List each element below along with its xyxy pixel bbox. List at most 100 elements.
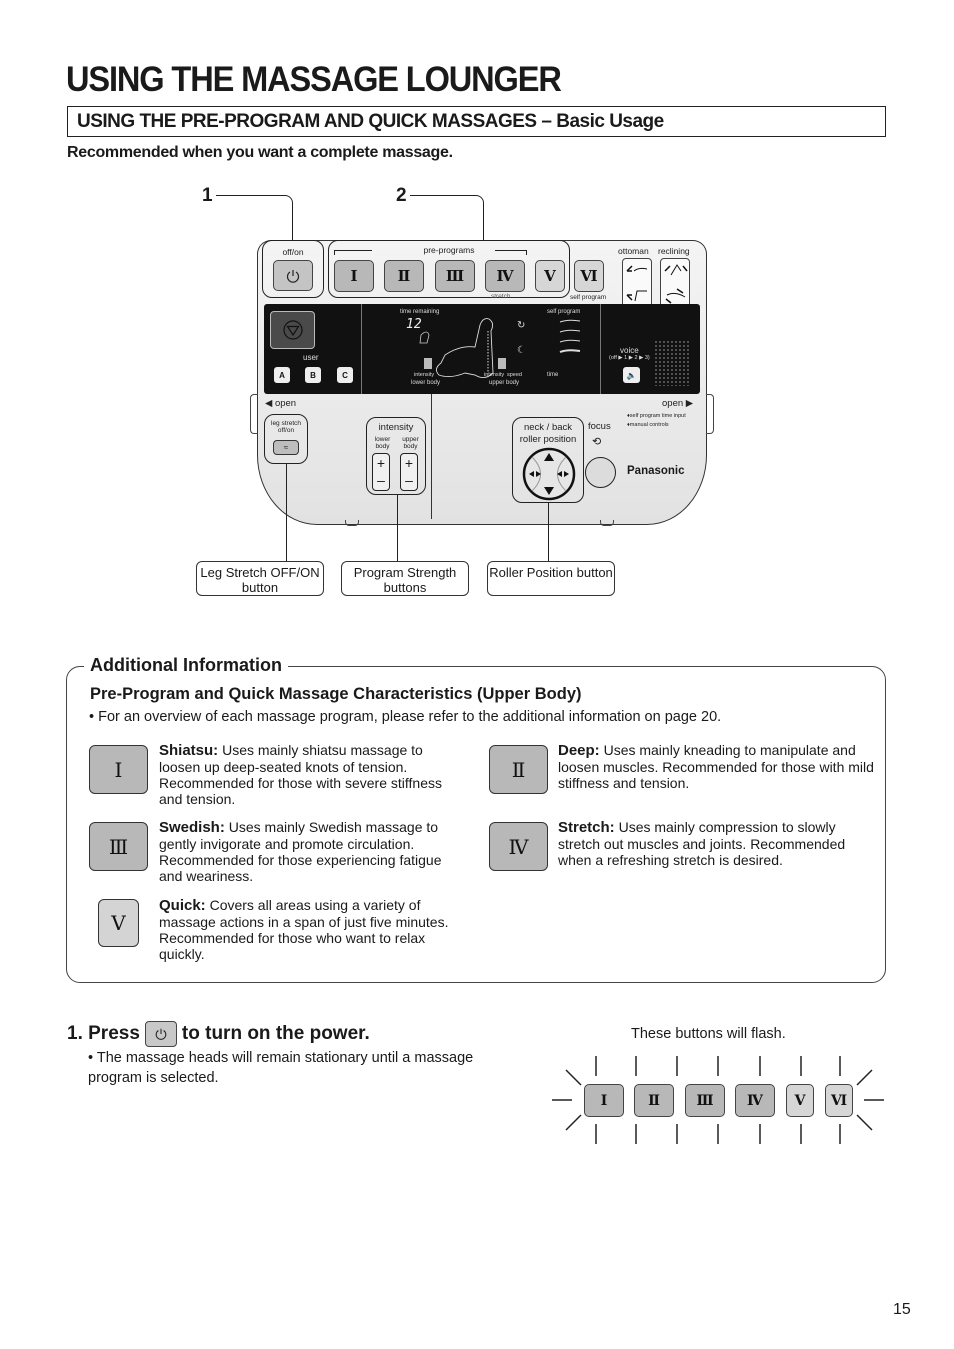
- lower-body-sublabel: lower body: [374, 436, 391, 450]
- program-button-5[interactable]: Ⅴ: [535, 260, 565, 292]
- quick-name: Quick:: [159, 897, 206, 914]
- program-button-4[interactable]: Ⅳ: [485, 260, 525, 292]
- intensity-lower-label: intensity: [414, 372, 435, 378]
- leg-stretch-button[interactable]: ≈: [273, 440, 299, 455]
- page-title: USING THE MASSAGE LOUNGER: [66, 60, 562, 99]
- display-divider-1: [361, 304, 362, 394]
- reclining-label: reclining: [658, 246, 690, 256]
- power-button[interactable]: [273, 260, 313, 291]
- open-left-label: ◀ open: [265, 398, 297, 409]
- quick-description: Quick: Covers all areas using a variety …: [159, 897, 469, 962]
- power-icon: [155, 1028, 167, 1040]
- callout-1-leader: [281, 195, 293, 241]
- section-title: USING THE PRE-PROGRAM AND QUICK MASSAGES…: [77, 111, 664, 132]
- user-button-a[interactable]: A: [274, 367, 290, 383]
- swedish-icon: Ⅲ: [89, 822, 148, 871]
- stretch-icon: Ⅳ: [489, 822, 548, 871]
- deep-description: Deep: Uses mainly kneading to manipulate…: [558, 742, 878, 791]
- bracket-left: [334, 250, 372, 255]
- callout-1-line: [216, 195, 286, 197]
- shiatsu-description: Shiatsu: Uses mainly shiatsu massage to …: [159, 742, 459, 807]
- user-button-c[interactable]: C: [337, 367, 353, 383]
- leg-stretch-label: leg stretch off/on: [271, 420, 301, 434]
- stop-triangle-icon: [282, 320, 303, 340]
- step-1-prefix: 1. Press: [67, 1023, 140, 1044]
- section-header-box: USING THE PRE-PROGRAM AND QUICK MASSAGES…: [67, 106, 886, 137]
- program-button-3[interactable]: Ⅲ: [435, 260, 475, 292]
- voice-label: voice: [620, 346, 639, 355]
- time-label: time: [547, 372, 559, 378]
- quick-icon: Ⅴ: [98, 899, 139, 947]
- label-roller-position: Roller Position button: [487, 561, 615, 596]
- power-icon: [286, 269, 300, 283]
- roller-position-dpad[interactable]: [522, 447, 576, 501]
- program-button-2[interactable]: Ⅱ: [384, 260, 424, 292]
- shiatsu-name: Shiatsu:: [159, 742, 219, 759]
- label-leg-stretch: Leg Stretch OFF/ON button: [196, 561, 324, 596]
- step-1-suffix: to turn on the power.: [181, 1023, 370, 1044]
- inline-power-button: [144, 1021, 177, 1047]
- ottoman-label: ottoman: [618, 246, 649, 256]
- leg-stretch-group: leg stretch off/on: [264, 414, 308, 464]
- speed-label: speed: [507, 372, 522, 378]
- lower-body-label: lower body: [411, 380, 441, 386]
- user-button-b[interactable]: B: [305, 367, 321, 383]
- ottoman-button[interactable]: [622, 258, 652, 308]
- lower-intensity-stepper: + –: [372, 453, 390, 491]
- focus-label: focus: [588, 421, 611, 432]
- reclining-button[interactable]: [660, 258, 690, 308]
- upper-intensity-plus[interactable]: +: [401, 454, 417, 472]
- upper-intensity-minus[interactable]: –: [401, 472, 417, 490]
- page-number: 15: [893, 1301, 911, 1318]
- self-program-bars-icon: [559, 319, 581, 353]
- leader-leg-stretch: [286, 464, 288, 561]
- voice-button[interactable]: 🔈: [623, 367, 640, 383]
- stop-button[interactable]: [270, 311, 315, 349]
- dpad-arrows-icon: [522, 447, 576, 501]
- right-flap-handle: [706, 394, 714, 434]
- characteristics-subtitle: Pre-Program and Quick Massage Characteri…: [90, 685, 582, 703]
- voice-options: (off ▶ 1 ▶ 2 ▶ 3): [609, 355, 650, 361]
- wave-icon: ☾: [517, 345, 526, 356]
- step-1-heading: 1. Press to turn on the power.: [67, 1021, 370, 1047]
- intensity-label: intensity: [378, 422, 414, 433]
- deep-text: Uses mainly kneading to manipulate and l…: [558, 742, 874, 791]
- user-label: user: [303, 353, 319, 362]
- open-right-label: open ▶: [662, 398, 694, 409]
- ottoman-arrows-icon: [626, 265, 648, 302]
- lower-intensity-minus[interactable]: –: [373, 472, 389, 490]
- note-self-program-time-input: ♦self program time input: [627, 413, 686, 419]
- program-button-1[interactable]: Ⅰ: [334, 260, 374, 292]
- swedish-name: Swedish:: [159, 819, 225, 836]
- brand-logo: Panasonic: [627, 465, 685, 477]
- flash-rays-icon: [552, 1056, 884, 1144]
- rotate-icon: ↻: [517, 320, 526, 331]
- speaker-grille: [654, 340, 690, 386]
- leg-icon: ≈: [283, 443, 289, 452]
- roller-position-label: neck / back roller position: [519, 422, 577, 445]
- upper-body-label: upper body: [489, 380, 520, 386]
- reclining-arrows-icon: [664, 264, 688, 304]
- step-1-note: • The massage heads will remain stationa…: [88, 1050, 474, 1086]
- self-program-button[interactable]: Ⅵ: [574, 260, 604, 292]
- deep-icon: Ⅱ: [489, 745, 548, 794]
- foot-left: [345, 520, 359, 526]
- callout-2-line: [410, 195, 476, 197]
- self-program-label: self program: [570, 294, 607, 301]
- display-self-program-label: self program: [547, 309, 581, 315]
- focus-button[interactable]: [585, 457, 616, 488]
- recommended-text: Recommended when you want a complete mas…: [67, 144, 453, 161]
- callout-2-leader: [472, 195, 484, 241]
- stretch-sublabel: stretch: [491, 293, 511, 300]
- panel-divider: [431, 394, 432, 519]
- upper-body-sublabel: upper body: [402, 436, 419, 450]
- speaker-icon: 🔈: [626, 370, 637, 380]
- additional-info-title: Additional Information: [84, 655, 288, 676]
- display-divider-2: [600, 304, 601, 394]
- flash-caption: These buttons will flash.: [631, 1026, 786, 1042]
- stretch-name: Stretch:: [558, 819, 615, 836]
- focus-cycle-icon: ⟲: [592, 436, 602, 448]
- lower-intensity-plus[interactable]: +: [373, 454, 389, 472]
- note-manual-controls: ♦manual controls: [627, 422, 669, 428]
- deep-name: Deep:: [558, 742, 600, 759]
